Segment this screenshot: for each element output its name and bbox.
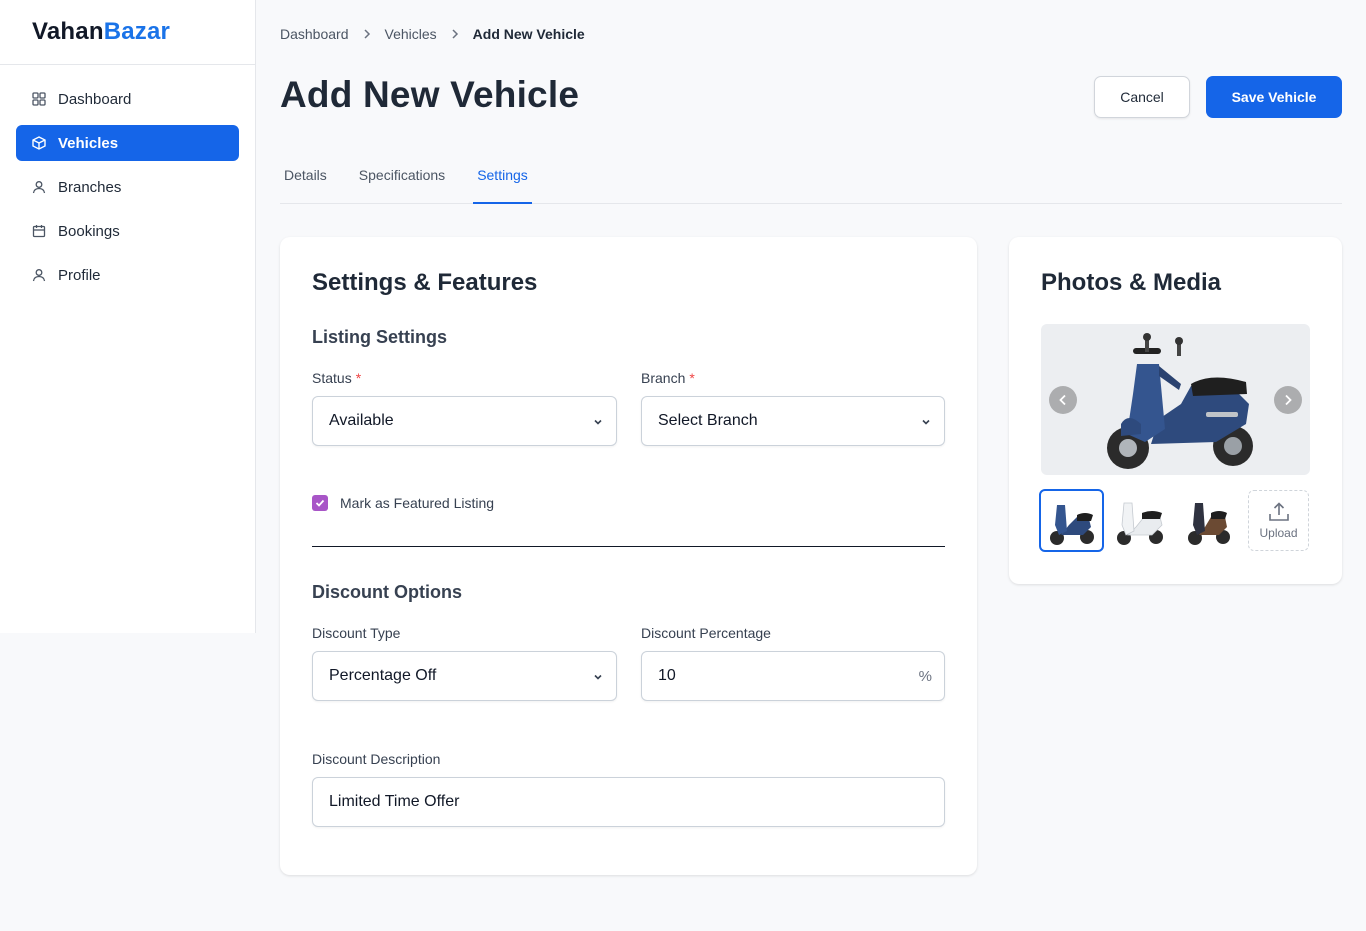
tab-details[interactable]: Details xyxy=(280,150,331,204)
section-divider xyxy=(312,546,945,547)
chevron-right-icon xyxy=(363,27,371,42)
upload-icon xyxy=(1268,501,1289,521)
sidebar-item-label: Profile xyxy=(58,266,101,284)
required-mark: * xyxy=(355,370,362,386)
box-icon xyxy=(32,136,46,150)
tab-specifications[interactable]: Specifications xyxy=(355,150,449,204)
scooter-image xyxy=(1107,333,1253,469)
save-vehicle-button[interactable]: Save Vehicle xyxy=(1206,76,1342,118)
upload-button[interactable]: Upload xyxy=(1248,490,1309,551)
status-select[interactable]: Available xyxy=(312,396,617,446)
white-scooter-thumbnail xyxy=(1116,502,1163,545)
discount-percentage-label: Discount Percentage xyxy=(641,625,771,641)
user-icon xyxy=(32,268,46,282)
required-mark: * xyxy=(689,370,695,386)
app-logo[interactable]: Vahan Bazar xyxy=(0,0,255,65)
breadcrumb-dashboard[interactable]: Dashboard xyxy=(280,26,349,42)
breadcrumb: Dashboard Vehicles Add New Vehicle xyxy=(280,24,585,44)
listing-settings-title: Listing Settings xyxy=(312,327,447,347)
featured-label[interactable]: Mark as Featured Listing xyxy=(340,495,494,511)
chevron-right-icon xyxy=(1285,394,1292,406)
carousel-next-button[interactable] xyxy=(1274,386,1302,414)
sidebar-item-bookings[interactable]: Bookings xyxy=(16,213,239,249)
blue-scooter-thumbnail xyxy=(1049,504,1094,545)
chevron-down-icon xyxy=(592,415,604,427)
upload-label: Upload xyxy=(1259,525,1298,540)
branch-label: Branch * xyxy=(641,370,695,386)
grid-icon xyxy=(32,92,46,106)
status-label: Status * xyxy=(312,370,361,386)
sidebar: Vahan Bazar Dashboard Vehicles Branches B… xyxy=(0,0,256,633)
sidebar-item-label: Branches xyxy=(58,178,122,196)
discount-type-value: Percentage Off xyxy=(329,667,437,684)
featured-listing-row: Mark as Featured Listing xyxy=(312,495,494,511)
discount-options-title: Discount Options xyxy=(312,582,462,602)
sidebar-item-dashboard[interactable]: Dashboard xyxy=(16,81,239,117)
sidebar-item-label: Vehicles xyxy=(58,134,119,152)
percent-suffix: % xyxy=(918,667,932,685)
discount-description-label: Discount Description xyxy=(312,751,441,767)
tab-bar: Details Specifications Settings xyxy=(280,150,1342,204)
branch-label-text: Branch xyxy=(641,370,686,386)
cancel-button[interactable]: Cancel xyxy=(1094,76,1190,118)
calendar-icon xyxy=(32,224,46,238)
media-card: Photos & Media Upload xyxy=(1009,237,1342,584)
user-icon xyxy=(32,180,46,194)
page-title: Add New Vehicle xyxy=(280,74,580,115)
check-icon xyxy=(315,499,325,507)
media-title: Photos & Media xyxy=(1041,269,1222,296)
card-title: Settings & Features xyxy=(312,269,538,296)
chevron-left-icon xyxy=(1059,394,1066,406)
sidebar-item-branches[interactable]: Branches xyxy=(16,169,239,205)
chevron-down-icon xyxy=(592,670,604,682)
breadcrumb-vehicles[interactable]: Vehicles xyxy=(385,26,437,42)
featured-checkbox[interactable] xyxy=(312,495,328,511)
settings-card: Settings & Features Listing Settings Sta… xyxy=(280,237,977,875)
branch-select[interactable]: Select Branch xyxy=(641,396,945,446)
sidebar-item-profile[interactable]: Profile xyxy=(16,257,239,293)
sidebar-item-label: Dashboard xyxy=(58,90,132,108)
breadcrumb-current: Add New Vehicle xyxy=(472,26,585,42)
logo-part-2: Bazar xyxy=(103,18,171,45)
thumbnail-1[interactable] xyxy=(1039,489,1104,552)
carousel-prev-button[interactable] xyxy=(1049,386,1077,414)
sidebar-item-label: Bookings xyxy=(58,222,120,240)
tab-settings[interactable]: Settings xyxy=(473,150,532,204)
discount-percentage-input[interactable]: 10 % xyxy=(641,651,945,701)
discount-type-select[interactable]: Percentage Off xyxy=(312,651,617,701)
chevron-right-icon xyxy=(451,27,459,42)
thumbnail-3[interactable] xyxy=(1179,490,1240,551)
discount-percentage-value: 10 xyxy=(658,667,676,684)
image-carousel[interactable] xyxy=(1041,324,1310,475)
status-label-text: Status xyxy=(312,370,352,386)
logo-part-1: Vahan xyxy=(32,18,104,45)
brown-scooter-thumbnail xyxy=(1187,502,1230,545)
status-value: Available xyxy=(329,412,394,429)
branch-value: Select Branch xyxy=(658,412,758,429)
sidebar-item-vehicles[interactable]: Vehicles xyxy=(16,125,239,161)
chevron-down-icon xyxy=(920,415,932,427)
thumbnail-strip: Upload xyxy=(1039,489,1309,552)
discount-description-value: Limited Time Offer xyxy=(329,793,460,810)
discount-type-label: Discount Type xyxy=(312,625,401,641)
discount-description-input[interactable]: Limited Time Offer xyxy=(312,777,945,827)
thumbnail-2[interactable] xyxy=(1110,490,1171,551)
sidebar-nav: Dashboard Vehicles Branches Bookings Pro… xyxy=(0,65,255,293)
